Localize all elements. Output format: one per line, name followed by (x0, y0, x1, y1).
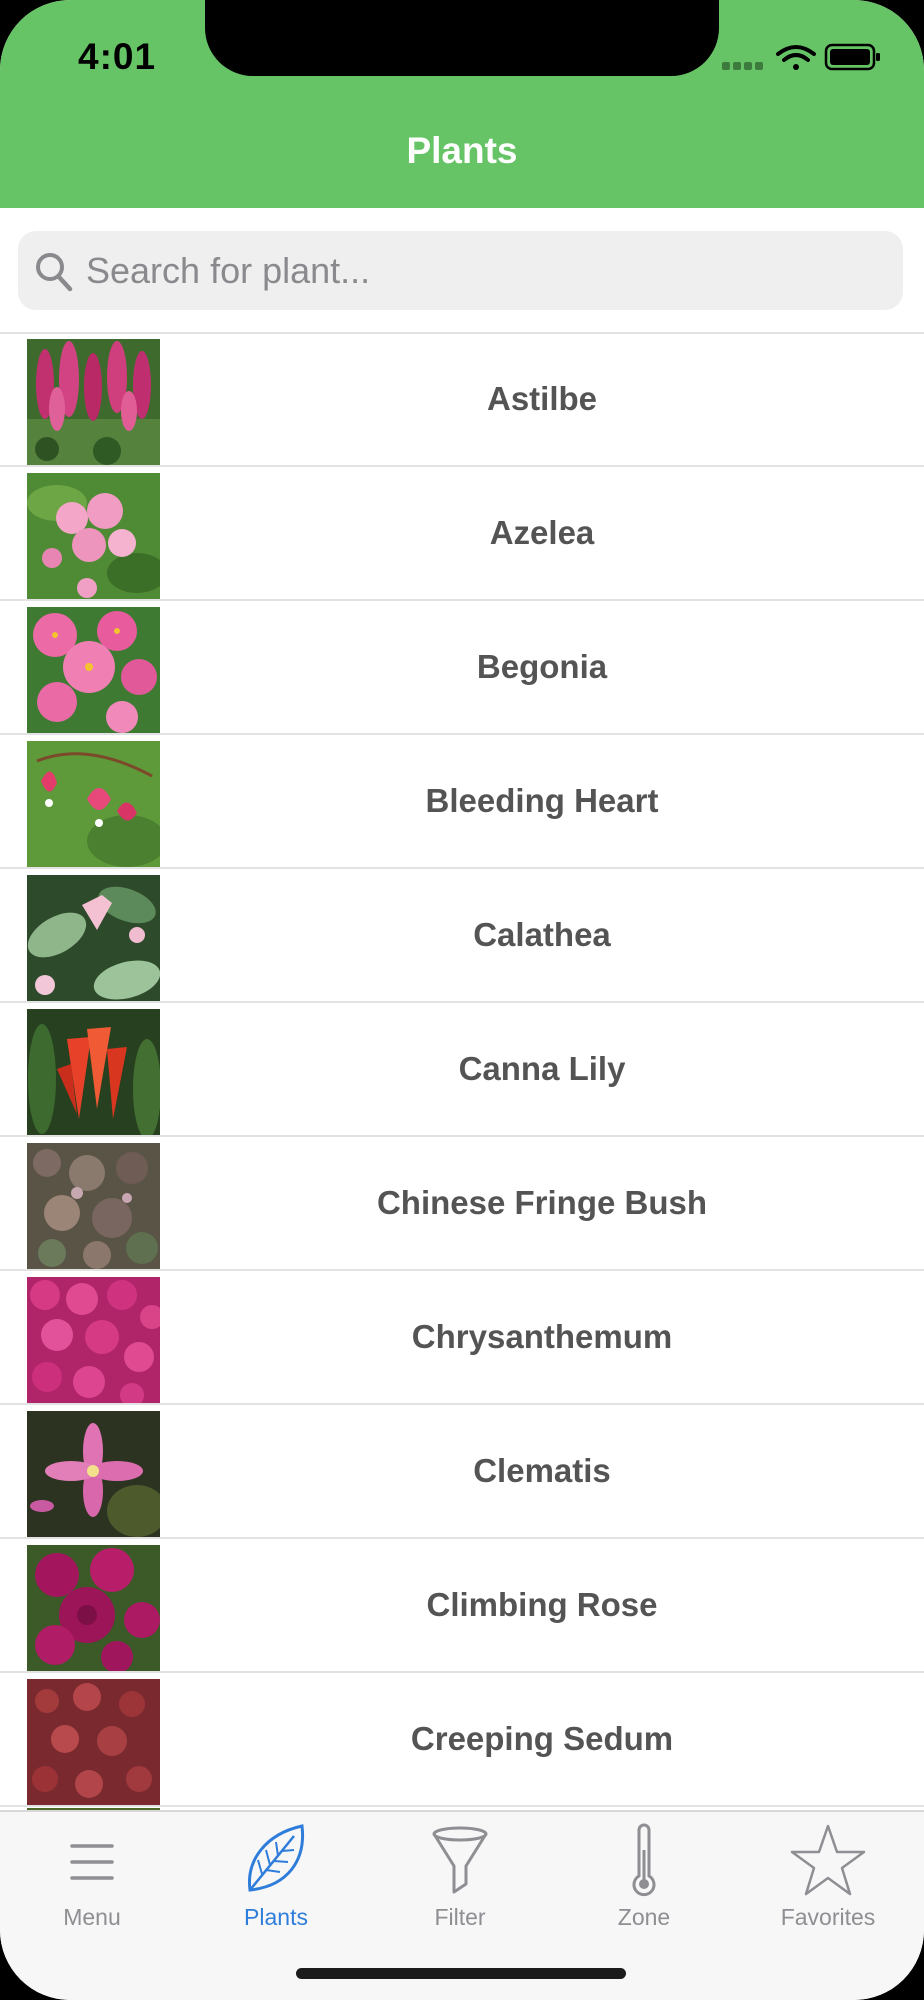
astilbe-photo (27, 339, 160, 465)
hamburger-icon (70, 1844, 114, 1880)
canna-lily-photo (27, 1009, 160, 1135)
plant-row-climbing-rose[interactable]: Climbing Rose (0, 1539, 924, 1673)
tab-menu[interactable]: Menu (0, 1812, 184, 1962)
plant-row-clematis[interactable]: Clematis (0, 1405, 924, 1539)
tab-favorites[interactable]: Favorites (736, 1812, 920, 1962)
plant-row-chinese-fringe-bush[interactable]: Chinese Fringe Bush (0, 1137, 924, 1271)
plant-row-bleeding-heart[interactable]: Bleeding Heart (0, 735, 924, 869)
creeping-sedum-photo (27, 1679, 160, 1805)
plant-thumbnail (27, 1411, 160, 1537)
search-field[interactable] (18, 231, 903, 310)
tab-label-plants: Plants (244, 1904, 308, 1930)
tab-zone[interactable]: Zone (552, 1812, 736, 1962)
plant-thumbnail (27, 1545, 160, 1671)
tab-label-menu: Menu (63, 1904, 121, 1930)
plant-thumbnail (27, 339, 160, 465)
plant-name: Begonia (476, 648, 608, 685)
plant-thumbnail (27, 1009, 160, 1135)
plant-name: Calathea (473, 916, 611, 953)
plant-thumbnail (27, 607, 160, 733)
wifi-icon (776, 45, 816, 70)
search-icon (36, 253, 73, 292)
search-bar (0, 208, 924, 334)
plant-row-canna-lily[interactable]: Canna Lily (0, 1003, 924, 1137)
star-icon (790, 1824, 866, 1896)
status-time: 4:01 (78, 36, 157, 77)
thermometer-icon (632, 1823, 656, 1897)
begonia-photo (27, 607, 160, 733)
plant-name: Chinese Fringe Bush (376, 1184, 708, 1221)
device-notch (205, 0, 719, 76)
plant-thumbnail (27, 741, 160, 867)
leaf-icon (248, 1824, 305, 1892)
plant-thumbnail (27, 875, 160, 1001)
bleeding-heart-photo (27, 741, 160, 867)
home-indicator[interactable] (296, 1968, 626, 1979)
plant-name: Bleeding Heart (425, 782, 659, 819)
plant-name: Azelea (489, 514, 595, 551)
plant-name: Climbing Rose (426, 1586, 658, 1623)
chrysanthemum-photo (27, 1277, 160, 1403)
plant-name: Astilbe (486, 380, 598, 417)
tab-label-zone: Zone (617, 1904, 671, 1930)
status-icons (722, 43, 880, 71)
calathea-photo (27, 875, 160, 1001)
tab-filter[interactable]: Filter (368, 1812, 552, 1962)
tab-label-favorites: Favorites (780, 1904, 876, 1930)
plant-name: Chrysanthemum (411, 1318, 673, 1355)
funnel-icon (432, 1826, 488, 1894)
plant-thumbnail (27, 1143, 160, 1269)
plant-thumbnail (27, 473, 160, 599)
chinese-fringe-bush-photo (27, 1143, 160, 1269)
tab-plants[interactable]: Plants (184, 1812, 368, 1962)
nav-header: 4:01 Plants (0, 0, 924, 208)
plant-name: Creeping Sedum (410, 1720, 674, 1757)
plant-list: Astilbe Azelea Begonia Bleeding Heart Ca… (0, 333, 924, 1807)
battery-icon (824, 43, 880, 71)
plant-row-chrysanthemum[interactable]: Chrysanthemum (0, 1271, 924, 1405)
phone-screen: 4:01 Plants Search for plant... Astilbe … (0, 0, 924, 2000)
plant-name: Canna Lily (458, 1050, 626, 1087)
plant-thumbnail (27, 1679, 160, 1805)
plant-row-begonia[interactable]: Begonia (0, 601, 924, 735)
tab-label-filter: Filter (434, 1904, 486, 1930)
signal-icon (722, 62, 763, 70)
search-input[interactable] (86, 231, 886, 310)
plant-thumbnail (27, 1277, 160, 1403)
plant-row-astilbe[interactable]: Astilbe (0, 333, 924, 467)
clematis-photo (27, 1411, 160, 1537)
plant-row-creeping-sedum[interactable]: Creeping Sedum (0, 1673, 924, 1807)
plant-row-azelea[interactable]: Azelea (0, 467, 924, 601)
climbing-rose-photo (27, 1545, 160, 1671)
plant-row-calathea[interactable]: Calathea (0, 869, 924, 1003)
azelea-photo (27, 473, 160, 599)
page-title: Plants (406, 130, 518, 171)
plant-name: Clematis (473, 1452, 611, 1489)
